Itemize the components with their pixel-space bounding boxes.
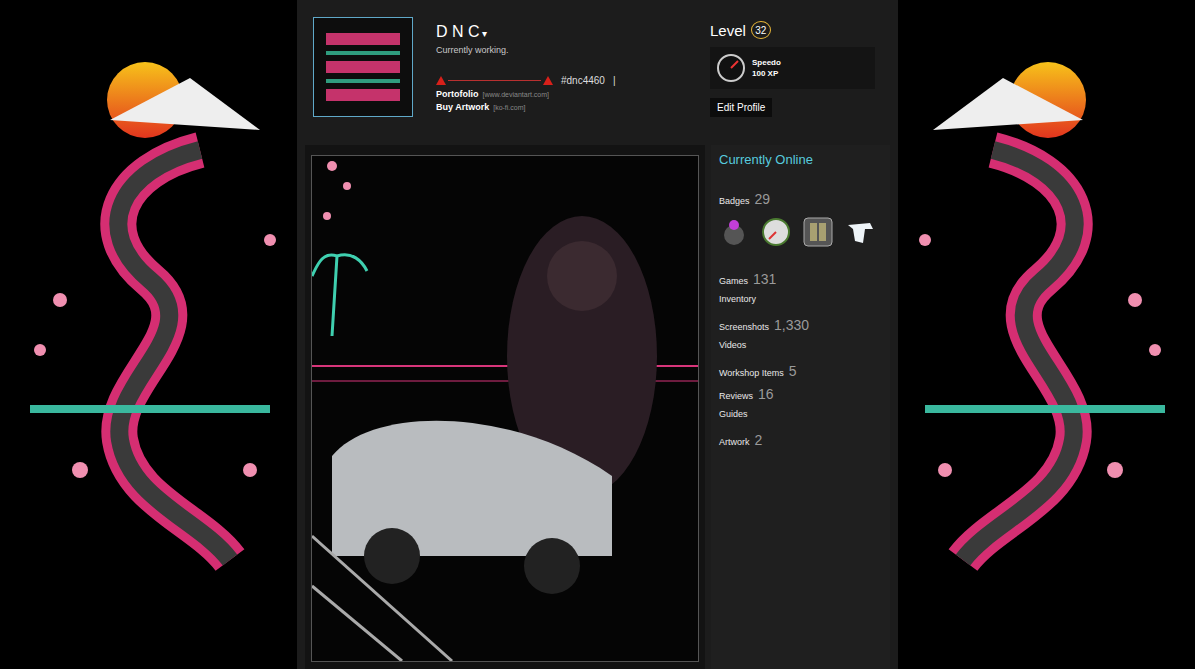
warning-icon xyxy=(543,76,553,85)
stat-link[interactable]: Reviews16 xyxy=(719,386,882,404)
profile-page: D N C▾ Currently working. #dnc4460 | Portofo… xyxy=(0,0,1195,669)
featured-badge[interactable]: Speedo100 XP xyxy=(710,47,875,89)
edit-profile-button[interactable]: Edit Profile xyxy=(710,98,772,117)
stats-list: Games131 Inventory Screenshots1,330 Videos W… xyxy=(719,271,882,450)
badge-list xyxy=(719,217,882,247)
profile-info: D N C▾ Currently working. #dnc4460 | Portofo… xyxy=(413,17,710,145)
avatar[interactable] xyxy=(313,17,413,117)
stat-link[interactable]: Artwork2 xyxy=(719,432,882,450)
profile-link[interactable]: Portofolio[www.deviantart.com] xyxy=(436,89,710,99)
eagle-badge-icon[interactable] xyxy=(845,217,875,247)
profile-link[interactable]: Buy Artwork[ko-fi.com] xyxy=(436,102,710,112)
online-status: Currently Online xyxy=(719,152,882,167)
profile-sidebar: Currently Online Badges29 Games131 Inventor… xyxy=(711,145,890,669)
stat-link[interactable]: Screenshots1,330 xyxy=(719,317,882,335)
background-art-right xyxy=(898,0,1195,669)
persona-name[interactable]: D N C▾ xyxy=(436,23,710,41)
status-text: Currently working. xyxy=(436,45,710,55)
stat-link[interactable]: Guides xyxy=(719,409,882,427)
dragon-art-icon xyxy=(0,0,297,669)
level-badge: 32 xyxy=(751,21,771,39)
background-art-left xyxy=(0,0,297,669)
gauge-badge-icon[interactable] xyxy=(761,217,791,247)
potion-badge-icon[interactable] xyxy=(719,217,749,247)
showcase-artwork[interactable] xyxy=(311,155,699,662)
artwork-image-icon xyxy=(312,156,698,661)
dragon-art-icon xyxy=(898,0,1195,669)
level: Level32 xyxy=(710,21,886,39)
profile-body: Currently Online Badges29 Games131 Inventor… xyxy=(297,145,898,669)
separator: | xyxy=(613,75,616,86)
warning-icon xyxy=(436,76,446,85)
cards-badge-icon[interactable] xyxy=(803,217,833,247)
profile-panel: D N C▾ Currently working. #dnc4460 | Portofo… xyxy=(297,0,898,669)
summary-line: #dnc4460 | xyxy=(436,75,710,86)
profile-header: D N C▾ Currently working. #dnc4460 | Portofo… xyxy=(297,0,898,145)
badges-link[interactable]: Badges29 xyxy=(719,191,882,209)
stat-link[interactable]: Inventory xyxy=(719,294,882,312)
artwork-showcase xyxy=(305,145,705,669)
stat-link[interactable]: Workshop Items5 xyxy=(719,363,882,381)
stat-link[interactable]: Games131 xyxy=(719,271,882,289)
user-tag: #dnc4460 xyxy=(561,75,605,86)
level-box: Level32 Speedo100 XP Edit Profile xyxy=(710,17,886,145)
speedometer-icon xyxy=(716,53,746,83)
stat-link[interactable]: Videos xyxy=(719,340,882,358)
